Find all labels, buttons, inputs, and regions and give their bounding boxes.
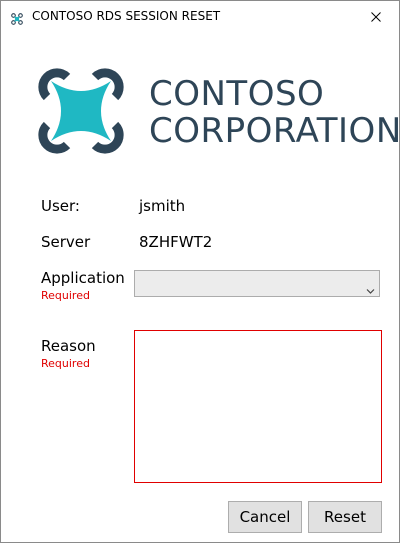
reason-textarea[interactable] — [134, 330, 382, 483]
application-label: Application — [41, 269, 125, 287]
chevron-down-icon — [366, 280, 375, 294]
drone-logo-icon — [11, 10, 23, 25]
close-button[interactable] — [353, 1, 399, 32]
title-bar[interactable]: CONTOSO RDS SESSION RESET — [1, 1, 399, 32]
application-required-hint: Required — [41, 289, 90, 302]
application-select[interactable] — [134, 270, 380, 297]
reason-required-hint: Required — [41, 357, 90, 370]
user-value: jsmith — [139, 197, 186, 215]
user-label: User: — [41, 197, 80, 215]
company-name-line1: CONTOSO — [149, 74, 325, 114]
window-title: CONTOSO RDS SESSION RESET — [32, 9, 221, 23]
server-value: 8ZHFWT2 — [139, 233, 213, 251]
cancel-button[interactable]: Cancel — [228, 501, 302, 533]
company-name: CONTOSO CORPORATION — [149, 76, 400, 150]
close-icon — [371, 7, 381, 26]
reset-button[interactable]: Reset — [308, 501, 382, 533]
dialog-window: CONTOSO RDS SESSION RESET CONTOSO CORPOR… — [0, 0, 400, 543]
company-name-line2: CORPORATION — [149, 111, 400, 151]
drone-logo-icon — [33, 63, 129, 159]
reason-label: Reason — [41, 337, 96, 355]
server-label: Server — [41, 233, 91, 251]
